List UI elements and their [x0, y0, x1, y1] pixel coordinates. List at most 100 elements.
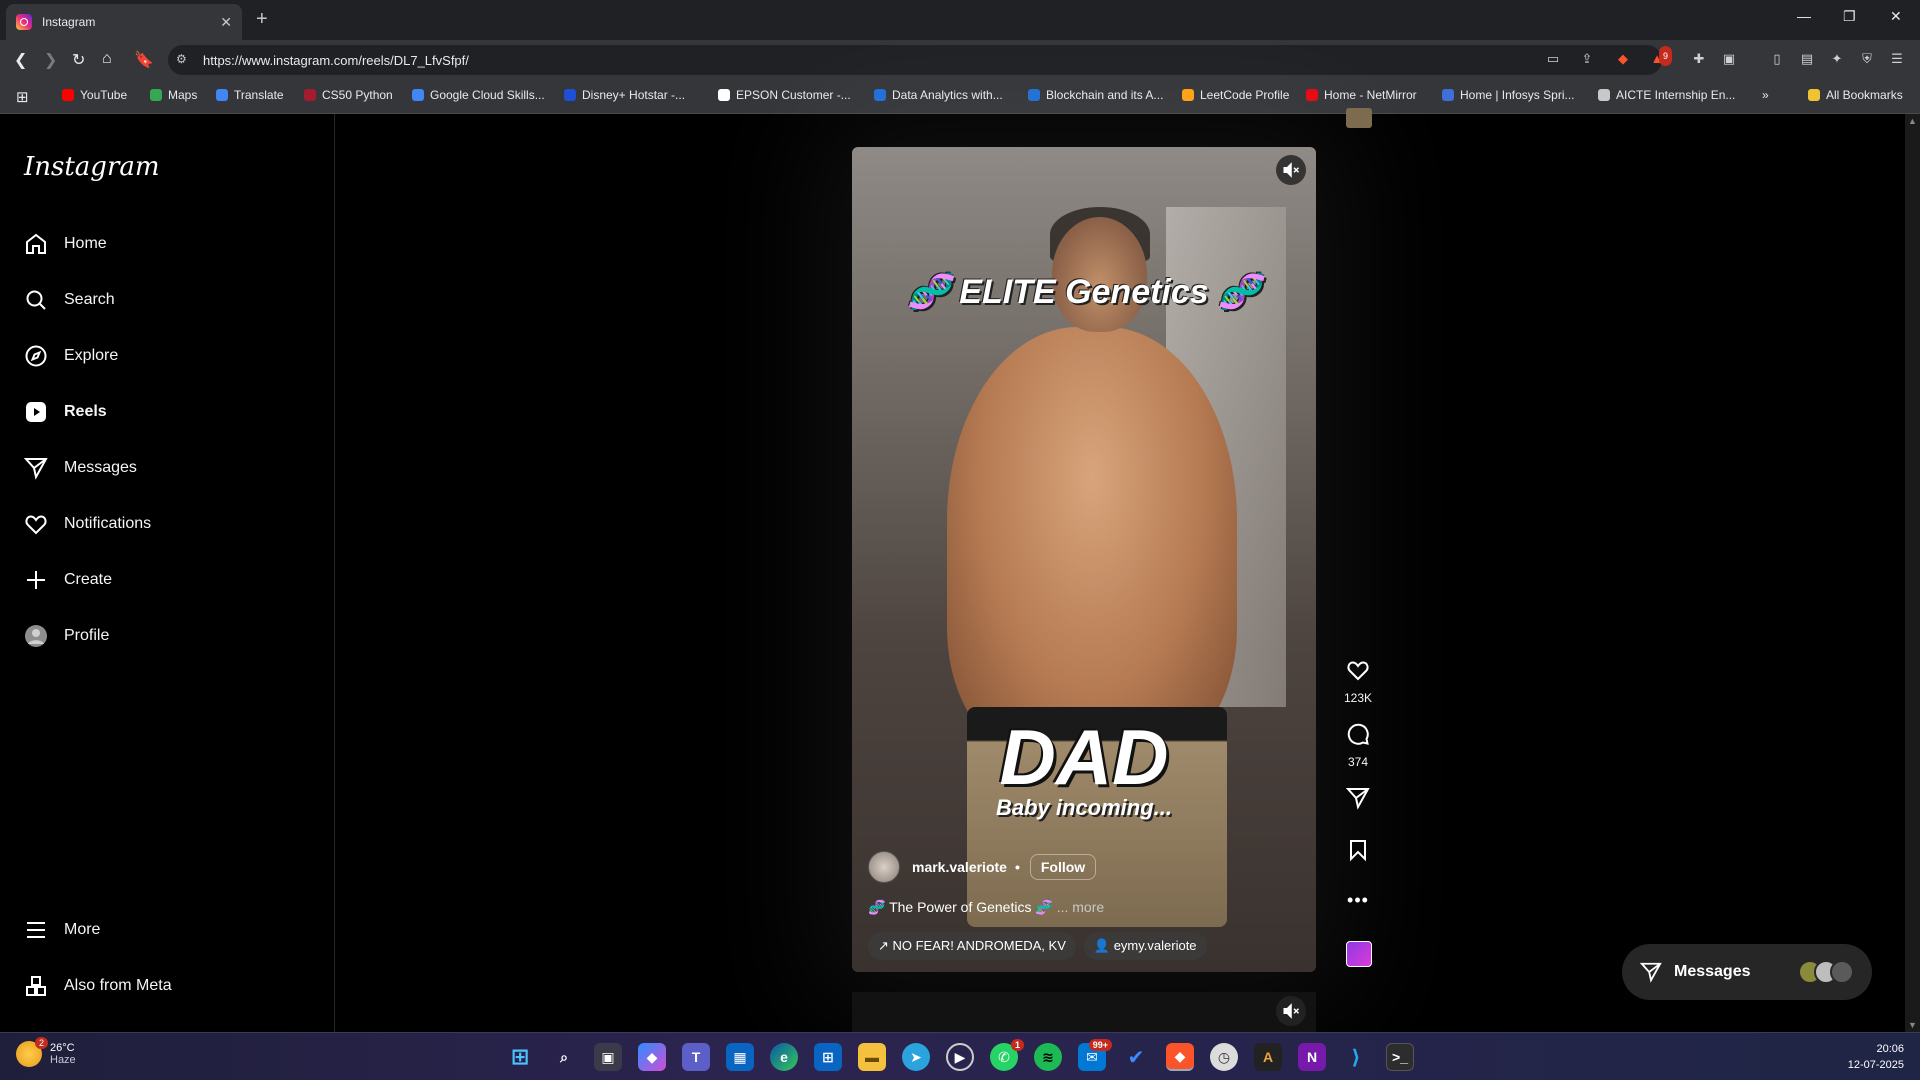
- nav-profile[interactable]: Profile: [24, 624, 109, 648]
- home-icon: [26, 233, 46, 254]
- address-bar[interactable]: ⚙ https://www.instagram.com/reels/DL7_Lf…: [168, 45, 1662, 75]
- page-scrollbar[interactable]: ▲ ▼: [1905, 114, 1920, 1032]
- nav-messages[interactable]: Messages: [24, 456, 137, 480]
- next-reel-mute-button[interactable]: [1276, 996, 1306, 1026]
- brave-rewards-icon[interactable]: ▲ 9: [1648, 46, 1672, 68]
- close-tab-icon[interactable]: ✕: [220, 14, 232, 31]
- messages-floating-button[interactable]: Messages: [1622, 944, 1872, 1000]
- brave-browser-icon[interactable]: ◆: [1166, 1043, 1194, 1071]
- spotify-icon[interactable]: ≋: [1034, 1043, 1062, 1071]
- apps-grid-icon[interactable]: ⊞: [16, 88, 29, 106]
- bookmark-netmirror[interactable]: Home - NetMirror: [1306, 88, 1417, 102]
- clock-app-icon[interactable]: ◷: [1210, 1043, 1238, 1071]
- bookmark-data-analytics[interactable]: Data Analytics with...: [874, 88, 1003, 102]
- new-tab-button[interactable]: +: [256, 8, 268, 31]
- whatsapp-icon[interactable]: ✆ 1: [990, 1039, 1024, 1071]
- minimize-icon[interactable]: —: [1797, 8, 1811, 24]
- follow-button[interactable]: Follow: [1029, 854, 1097, 880]
- back-icon[interactable]: ❮: [14, 50, 27, 70]
- caption-more-link[interactable]: ... more: [1057, 899, 1104, 915]
- taskbar-search-icon[interactable]: ⌕: [550, 1043, 578, 1071]
- cast-icon[interactable]: ▭: [1544, 50, 1562, 68]
- store-icon[interactable]: ⊞: [814, 1043, 842, 1071]
- more-options-icon[interactable]: •••: [1340, 890, 1376, 911]
- like-button[interactable]: 123K: [1340, 658, 1376, 705]
- nav-create[interactable]: Create: [24, 568, 112, 592]
- screenshot-icon[interactable]: ▣: [1720, 50, 1738, 68]
- site-info-icon[interactable]: ⚙: [176, 52, 187, 66]
- instagram-favicon-icon: [16, 14, 32, 30]
- tab-instagram[interactable]: Instagram ✕: [6, 4, 242, 40]
- copilot-icon[interactable]: ◆: [638, 1043, 666, 1071]
- forward-icon[interactable]: ❯: [44, 50, 57, 70]
- weather-sun-icon: 2: [16, 1037, 48, 1067]
- bookmark-blockchain[interactable]: Blockchain and its A...: [1028, 88, 1163, 102]
- instagram-logo[interactable]: Instagram: [24, 152, 160, 182]
- vscode-icon[interactable]: ⟩: [1342, 1043, 1370, 1071]
- teams-icon[interactable]: T: [682, 1043, 710, 1071]
- nav-explore[interactable]: Explore: [24, 344, 118, 368]
- file-explorer-icon[interactable]: ▬: [858, 1043, 886, 1071]
- nav-notifications[interactable]: Notifications: [24, 512, 151, 536]
- reel-video[interactable]: 🧬 ELITE Genetics 🧬 DAD Baby incoming... …: [852, 147, 1316, 972]
- widgets-icon[interactable]: ▦: [726, 1043, 754, 1071]
- todo-icon[interactable]: ✔: [1122, 1043, 1150, 1071]
- terminal-icon[interactable]: >_: [1386, 1043, 1414, 1071]
- audio-track-thumbnail[interactable]: [1346, 941, 1372, 967]
- adobe-app-icon[interactable]: A: [1254, 1043, 1282, 1071]
- share-icon[interactable]: ⇪: [1578, 50, 1596, 68]
- nav-home[interactable]: Home: [24, 232, 107, 256]
- bookmark-infosys[interactable]: Home | Infosys Spri...: [1442, 88, 1575, 102]
- share-button[interactable]: [1340, 786, 1376, 815]
- save-button[interactable]: [1340, 838, 1376, 867]
- author-username[interactable]: mark.valeriote: [912, 859, 1007, 875]
- brave-shields-icon[interactable]: ◆: [1614, 50, 1632, 68]
- chat-app-icon[interactable]: ✉ 99+: [1078, 1039, 1112, 1071]
- sidebar-toggle-icon[interactable]: ▯: [1768, 50, 1786, 68]
- home-button-icon[interactable]: ⌂: [102, 50, 112, 68]
- media-player-icon[interactable]: ▶: [946, 1043, 974, 1071]
- nav-search[interactable]: Search: [24, 288, 115, 312]
- bookmark-icon[interactable]: 🔖: [134, 50, 154, 70]
- edge-icon[interactable]: e: [770, 1043, 798, 1071]
- nav-profile-label: Profile: [64, 627, 110, 644]
- bookmarks-overflow-icon[interactable]: »: [1762, 88, 1769, 102]
- tagged-user-chip[interactable]: 👤 eymy.valeriote: [1083, 932, 1207, 960]
- bookmark-cs50[interactable]: CS50 Python: [304, 88, 393, 102]
- bookmark-google-cloud[interactable]: Google Cloud Skills...: [412, 88, 545, 102]
- previous-reel-thumbnail[interactable]: [1346, 108, 1372, 128]
- bookmark-leetcode[interactable]: LeetCode Profile: [1182, 88, 1289, 102]
- bookmark-epson[interactable]: EPSON Customer -...: [718, 88, 851, 102]
- system-clock[interactable]: 20:06 12-07-2025: [1848, 1041, 1904, 1073]
- windows-start-icon[interactable]: ⊞: [506, 1043, 534, 1071]
- all-bookmarks[interactable]: All Bookmarks: [1808, 88, 1903, 102]
- bookmark-hotstar[interactable]: Disney+ Hotstar -...: [564, 88, 685, 102]
- bookmark-maps[interactable]: Maps: [150, 88, 197, 102]
- comment-button[interactable]: 374: [1340, 722, 1376, 769]
- telegram-icon[interactable]: ➤: [902, 1043, 930, 1071]
- author-avatar[interactable]: [868, 851, 900, 883]
- task-view-icon[interactable]: ▣: [594, 1043, 622, 1071]
- weather-widget[interactable]: 2 26°C Haze: [16, 1037, 76, 1067]
- scroll-down-icon[interactable]: ▼: [1908, 1020, 1917, 1030]
- next-reel-preview[interactable]: [852, 992, 1316, 1032]
- wallet-icon[interactable]: ▤: [1798, 50, 1816, 68]
- nav-more[interactable]: More: [24, 918, 100, 942]
- vpn-icon[interactable]: ⛨: [1858, 50, 1876, 68]
- mute-button[interactable]: [1276, 155, 1306, 185]
- extensions-icon[interactable]: ✚: [1690, 50, 1708, 68]
- tagged-user-name: eymy.valeriote: [1113, 938, 1197, 953]
- close-window-icon[interactable]: ✕: [1890, 8, 1902, 25]
- menu-icon[interactable]: ☰: [1888, 50, 1906, 68]
- restore-icon[interactable]: ❐: [1843, 8, 1856, 25]
- leo-ai-icon[interactable]: ✦: [1828, 50, 1846, 68]
- nav-reels[interactable]: Reels: [24, 400, 107, 424]
- audio-chip[interactable]: ↗ NO FEAR! ANDROMEDA, KV: [868, 932, 1076, 960]
- reload-icon[interactable]: ↻: [72, 50, 85, 70]
- nav-also-from-meta[interactable]: Also from Meta: [24, 974, 172, 998]
- bookmark-translate[interactable]: Translate: [216, 88, 284, 102]
- bookmark-youtube[interactable]: YouTube: [62, 88, 127, 102]
- onenote-icon[interactable]: N: [1298, 1043, 1326, 1071]
- bookmark-aicte[interactable]: AICTE Internship En...: [1598, 88, 1735, 102]
- scroll-up-icon[interactable]: ▲: [1908, 116, 1917, 126]
